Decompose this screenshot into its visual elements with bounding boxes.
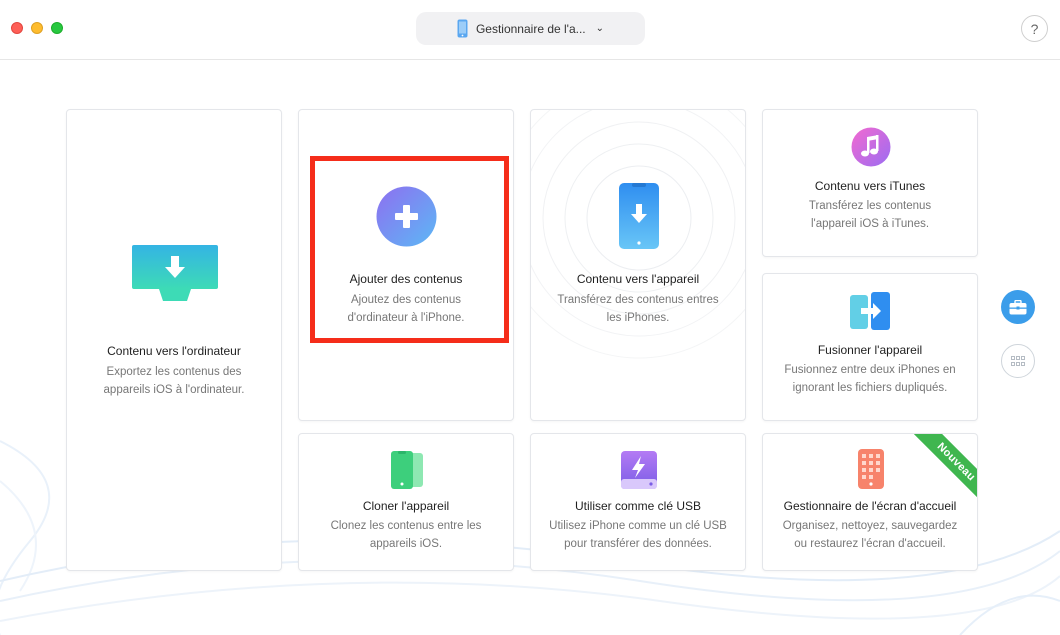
minimize-window-button[interactable] bbox=[31, 22, 43, 34]
radar-rings bbox=[531, 110, 745, 359]
device-selector-label: Gestionnaire de l'a... bbox=[475, 21, 586, 36]
help-button[interactable]: ? bbox=[1021, 15, 1048, 42]
clone-phones-icon bbox=[391, 451, 423, 489]
toolbox-view-button[interactable] bbox=[1001, 290, 1035, 324]
music-note-icon bbox=[851, 127, 891, 167]
card-description-line1: Exportez les contenus des bbox=[106, 366, 242, 378]
toolbox-icon bbox=[1009, 299, 1027, 314]
card-clone-device[interactable]: Cloner l'appareil Clonez les contenus en… bbox=[298, 433, 514, 571]
card-content-to-device[interactable]: Contenu vers l'appareil Transférez des c… bbox=[530, 109, 746, 421]
card-description-line1: Utilisez iPhone comme un clé USB bbox=[549, 520, 727, 532]
card-merge-device[interactable]: Fusionner l'appareil Fusionnez entre deu… bbox=[762, 273, 978, 421]
main-area: Contenu vers l'ordinateur Exportez les c… bbox=[0, 61, 1060, 635]
grid-icon bbox=[1011, 356, 1025, 366]
card-title: Contenu vers iTunes bbox=[814, 179, 926, 193]
card-title: Fusionner l'appareil bbox=[817, 343, 923, 357]
card-content-to-computer[interactable]: Contenu vers l'ordinateur Exportez les c… bbox=[66, 109, 282, 571]
monitor-download-icon bbox=[132, 245, 218, 301]
card-description-line2: pour transférer des données. bbox=[564, 538, 712, 550]
card-description-line1: Transférez les contenus bbox=[808, 200, 932, 212]
card-description-line2: ou restaurez l'écran d'accueil. bbox=[794, 538, 946, 550]
device-selector[interactable]: Gestionnaire de l'a... ⌄ bbox=[416, 12, 645, 45]
card-description-line2: ignorant les fichiers dupliqués. bbox=[792, 382, 948, 394]
card-title: Contenu vers l'appareil bbox=[576, 272, 700, 286]
new-badge: Nouveau bbox=[913, 434, 977, 505]
iphone-icon bbox=[457, 19, 468, 38]
card-content-to-itunes[interactable]: Contenu vers iTunes Transférez les conte… bbox=[762, 109, 978, 257]
card-usb-drive[interactable]: Utiliser comme clé USB Utilisez iPhone c… bbox=[530, 433, 746, 571]
usb-drive-icon bbox=[621, 451, 657, 489]
card-title: Contenu vers l'ordinateur bbox=[107, 344, 241, 358]
card-title: Gestionnaire de l'écran d'accueil bbox=[783, 499, 957, 513]
home-screen-icon bbox=[858, 449, 884, 489]
merge-phones-icon bbox=[850, 292, 890, 330]
close-window-button[interactable] bbox=[11, 22, 23, 34]
highlight-annotation bbox=[310, 156, 509, 343]
chevron-down-icon: ⌄ bbox=[595, 23, 605, 34]
card-description-line1: Clonez les contenus entre les bbox=[330, 520, 482, 532]
card-description-line1: Fusionnez entre deux iPhones en bbox=[784, 364, 956, 376]
title-bar: Gestionnaire de l'a... ⌄ ? bbox=[0, 0, 1060, 60]
zoom-window-button[interactable] bbox=[51, 22, 63, 34]
card-description-line2: l'appareil iOS à iTunes. bbox=[810, 218, 930, 230]
card-description-line1: Transférez des contenus entres bbox=[557, 294, 719, 306]
card-description-line1: Organisez, nettoyez, sauvegardez bbox=[782, 520, 958, 532]
card-title: Cloner l'appareil bbox=[362, 499, 450, 513]
card-home-screen-manager[interactable]: Nouveau Gestionnaire de l'écran d'accuei… bbox=[762, 433, 978, 571]
card-description-line2: appareils iOS à l'ordinateur. bbox=[103, 384, 245, 396]
grid-view-button[interactable] bbox=[1001, 344, 1035, 378]
phone-download-icon bbox=[619, 183, 659, 249]
card-description-line2: appareils iOS. bbox=[369, 538, 443, 550]
card-title: Utiliser comme clé USB bbox=[574, 499, 702, 513]
card-description-line2: les iPhones. bbox=[606, 312, 670, 324]
